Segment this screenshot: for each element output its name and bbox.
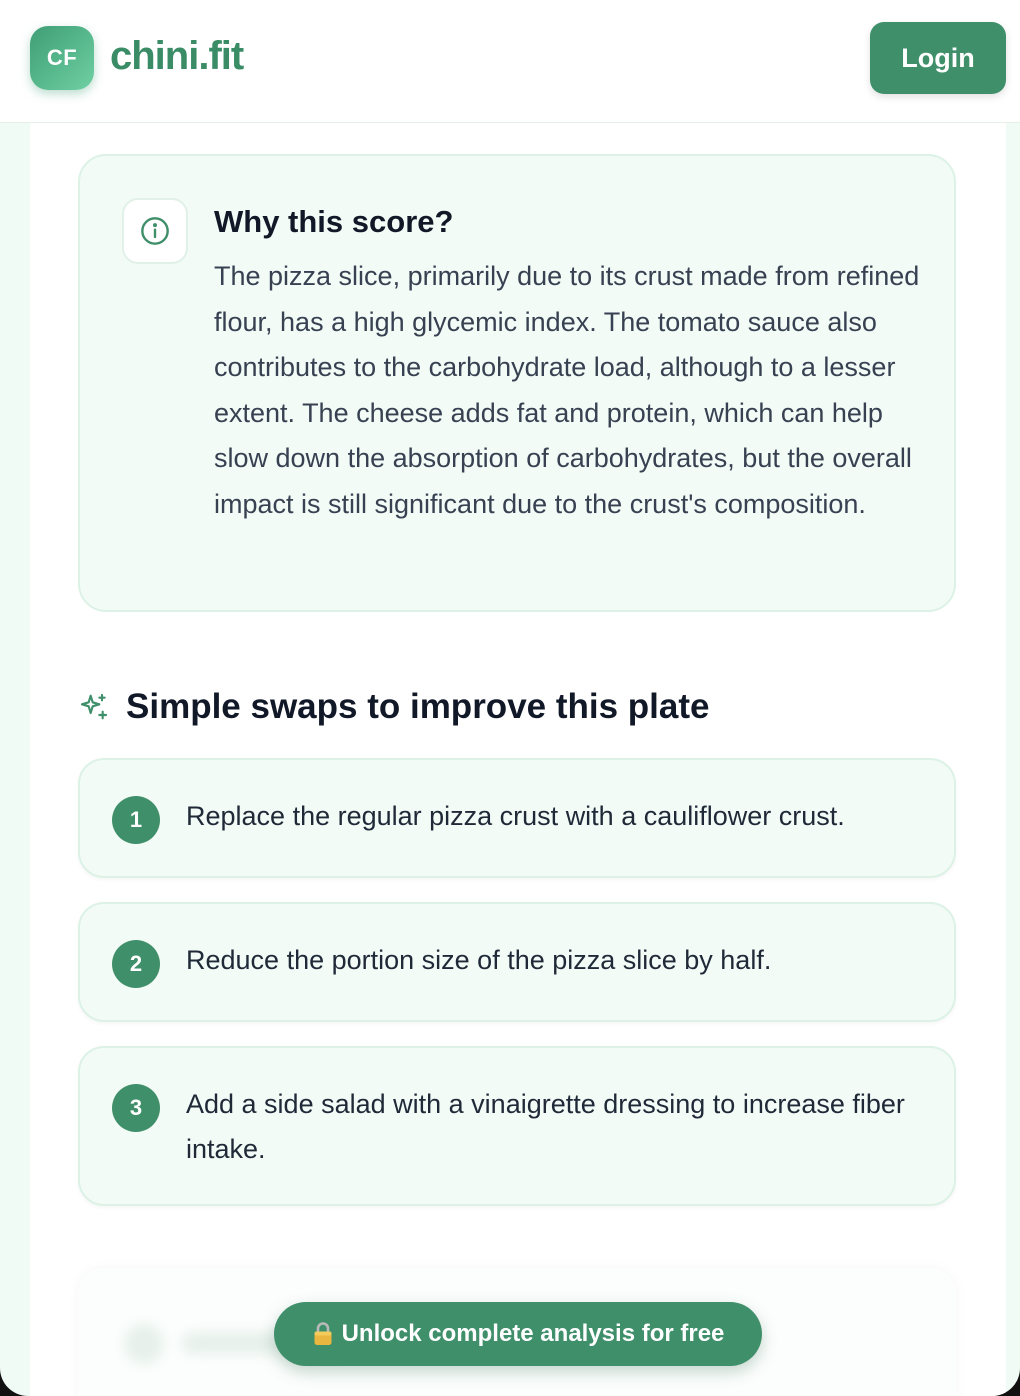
logo-badge[interactable]: CF — [30, 26, 94, 90]
info-icon — [122, 198, 188, 264]
swap-text: Replace the regular pizza crust with a c… — [186, 801, 845, 831]
swaps-title: Simple swaps to improve this plate — [126, 687, 710, 726]
swap-item: 1 Replace the regular pizza crust with a… — [78, 758, 956, 878]
why-score-explanation: The pizza slice, primarily due to its cr… — [214, 261, 920, 519]
login-button[interactable]: Login — [870, 22, 1006, 94]
swap-text: Add a side salad with a vinaigrette dres… — [186, 1089, 905, 1164]
why-score-box: Why this score? The pizza slice, primari… — [78, 154, 956, 612]
swap-number-badge: 1 — [112, 796, 160, 844]
brand-name[interactable]: chini.fit — [110, 34, 244, 79]
unlock-analysis-button[interactable]: Unlock complete analysis for free — [274, 1302, 762, 1366]
swap-number-badge: 3 — [112, 1084, 160, 1132]
swap-text: Reduce the portion size of the pizza sli… — [186, 945, 772, 975]
why-score-title: Why this score? — [214, 204, 454, 239]
swaps-heading: Simple swaps to improve this plate — [78, 684, 709, 730]
unlock-label: Unlock complete analysis for free — [341, 1320, 725, 1347]
app-frame: CF chini.fit Login Why this score? The p… — [0, 0, 1020, 1396]
sparkles-icon — [80, 693, 108, 720]
logo-initials: CF — [46, 45, 78, 70]
swap-number-badge: 2 — [112, 940, 160, 988]
swap-item: 2 Reduce the portion size of the pizza s… — [78, 902, 956, 1022]
blurred-icon — [124, 1324, 164, 1364]
swap-item: 3 Add a side salad with a vinaigrette dr… — [78, 1046, 956, 1206]
lock-icon — [314, 1322, 332, 1345]
top-header: CF chini.fit Login — [0, 0, 1020, 123]
